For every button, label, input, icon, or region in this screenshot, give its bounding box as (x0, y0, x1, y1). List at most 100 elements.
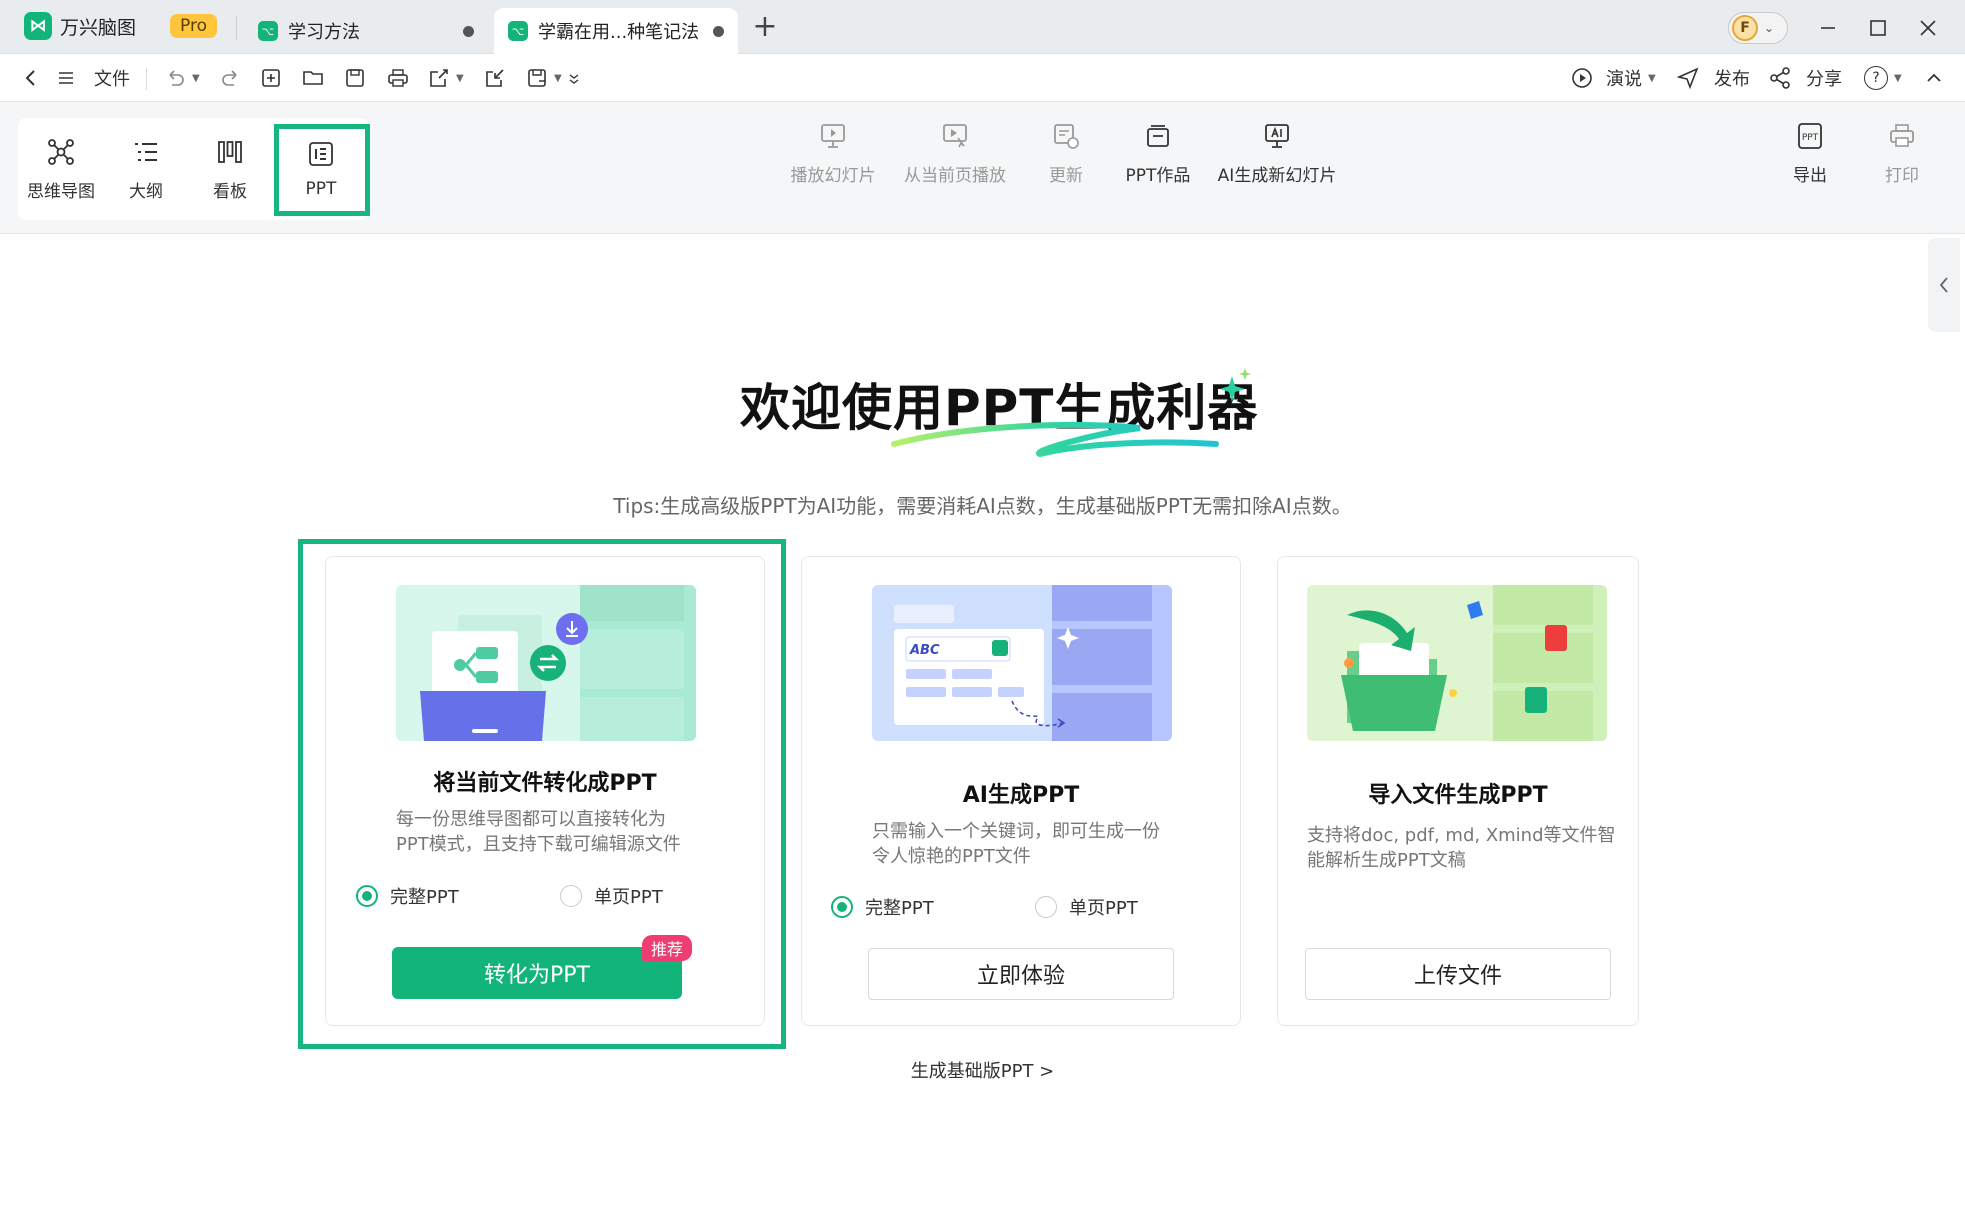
app-logo[interactable]: ⋈ 万兴脑图 (24, 12, 136, 40)
ai-illustration-graphic: ABC (894, 585, 1172, 741)
title-bar: ⋈ 万兴脑图 Pro ⌥ 学习方法 ⌥ 学霸在用...种笔记法 + F ⌄ (0, 0, 1965, 54)
tips-text: Tips:生成高级版PPT为AI功能，需要消耗AI点数，生成基础版PPT无需扣除… (613, 494, 1352, 518)
svg-text:PPT: PPT (1802, 133, 1819, 143)
ai-new-slides-button[interactable]: AI生成新幻灯片 (1212, 102, 1342, 204)
option-label: 完整PPT (865, 898, 934, 919)
pro-badge[interactable]: Pro (170, 14, 217, 38)
tab-note-methods[interactable]: ⌥ 学霸在用...种笔记法 (494, 8, 738, 54)
tab-divider (236, 16, 237, 40)
view-mindmap-button[interactable]: 思维导图 (18, 118, 104, 220)
try-now-button[interactable]: 立即体验 (868, 948, 1174, 1000)
save-button[interactable] (344, 54, 366, 102)
new-file-button[interactable] (260, 54, 282, 102)
caret-down-icon: ▼ (192, 72, 200, 84)
unsaved-dot-icon[interactable] (713, 25, 724, 37)
play-from-current-icon (943, 123, 967, 147)
import-illustration (1307, 585, 1607, 741)
card-description: 只需输入一个关键词，即可生成一份 令人惊艳的PPT文件 (872, 819, 1160, 869)
view-outline-button[interactable]: 大纲 (104, 118, 188, 220)
caret-down-icon: ▼ (456, 72, 464, 84)
present-label: 演说 (1606, 69, 1642, 90)
radio-selected[interactable] (831, 896, 853, 918)
refresh-slide-icon (1054, 123, 1079, 149)
print-button[interactable]: 打印 (1864, 102, 1940, 204)
help-icon: ? (1864, 66, 1888, 90)
undo-icon (169, 70, 184, 86)
maximize-button[interactable] (1858, 12, 1898, 44)
update-button[interactable]: 更新 (1030, 102, 1102, 204)
open-file-button[interactable] (302, 54, 326, 102)
share-label: 分享 (1806, 69, 1842, 90)
toolbar-divider (146, 68, 147, 90)
play-from-current-button[interactable]: 从当前页播放 (898, 102, 1012, 204)
ppt-view-highlight (274, 124, 370, 216)
side-panel-toggle[interactable] (1928, 238, 1960, 332)
printer-icon (1890, 123, 1914, 147)
ai-slide-icon (1265, 123, 1289, 148)
basic-ppt-link[interactable]: 生成基础版PPT > (0, 1057, 1965, 1083)
action-label: PPT作品 (1125, 165, 1191, 186)
collapse-ribbon-button[interactable] (1924, 54, 1944, 102)
app-logo-icon: ⋈ (24, 12, 52, 40)
print-label: 打印 (1885, 165, 1919, 186)
action-label: AI生成新幻灯片 (1217, 165, 1337, 186)
action-label: 更新 (1049, 165, 1083, 186)
avatar-initial: F (1732, 15, 1758, 41)
app-name: 万兴脑图 (60, 16, 137, 39)
new-tab-button[interactable]: + (748, 12, 782, 42)
card-ai-generate: ABC AI生成PPT 只需输入一个关键词，即可生成一份 令人惊艳的PPT文件 … (801, 556, 1241, 1026)
ppt-works-button[interactable]: PPT作品 (1118, 102, 1198, 204)
chevron-left-icon (1939, 277, 1948, 293)
card-desc-line: 能解析生成PPT文稿 (1307, 850, 1466, 871)
card-desc-line: 只需输入一个关键词，即可生成一份 (872, 821, 1160, 842)
present-button[interactable]: 演说 ▼ (1570, 54, 1656, 102)
unsaved-dot-icon[interactable] (463, 25, 474, 37)
publish-button[interactable]: 发布 (1676, 54, 1750, 102)
chevron-up-icon (1927, 73, 1941, 82)
chevron-left-icon (25, 70, 35, 86)
view-kanban-button[interactable]: 看板 (188, 118, 272, 220)
view-label: 看板 (213, 181, 247, 202)
file-menu[interactable]: 文件 (56, 54, 130, 102)
close-button[interactable] (1908, 12, 1948, 44)
action-label: 播放幻灯片 (790, 165, 876, 186)
more-tools-button[interactable] (566, 54, 582, 102)
save-as-button[interactable]: ▼ (526, 54, 562, 102)
export-icon (430, 69, 448, 87)
option-single-ppt[interactable]: 单页PPT (1035, 894, 1138, 920)
card-desc-line: 令人惊艳的PPT文件 (872, 846, 1031, 867)
ppt-works-icon (1147, 124, 1169, 147)
tab-label: 学霸在用...种笔记法 (538, 22, 700, 43)
user-avatar[interactable]: F ⌄ (1728, 12, 1788, 44)
share-button[interactable]: 分享 (1768, 54, 1842, 102)
export-button[interactable]: PPT 导出 (1772, 102, 1848, 204)
tab-study-methods[interactable]: ⌥ 学习方法 (244, 8, 488, 54)
tab-label: 学习方法 (288, 22, 360, 43)
caret-down-icon: ▼ (554, 72, 562, 84)
redo-icon (222, 70, 237, 86)
help-button[interactable]: ? ▼ (1864, 54, 1902, 102)
card-title: 导入文件生成PPT (1368, 783, 1548, 808)
folder-icon (303, 71, 323, 85)
upload-file-button[interactable]: 上传文件 (1305, 948, 1611, 1000)
menu-toolbar: 文件 ▼ ▼ ▼ 演说 ▼ 发布 分享 ? ▼ (0, 54, 1965, 102)
import-icon (486, 69, 504, 87)
card-title: AI生成PPT (962, 783, 1080, 808)
menu-icon (59, 72, 73, 84)
export-quick-button[interactable]: ▼ (428, 54, 464, 102)
radio-unselected[interactable] (1035, 896, 1057, 918)
caret-down-icon: ▼ (1894, 72, 1902, 84)
share-icon (1770, 67, 1790, 89)
export-label: 导出 (1793, 165, 1827, 186)
minimize-button[interactable] (1808, 12, 1848, 44)
chevron-double-down-icon (569, 74, 579, 84)
import-button[interactable] (484, 54, 506, 102)
mindmap-icon (48, 138, 74, 165)
option-full-ppt[interactable]: 完整PPT (831, 894, 934, 920)
play-slides-button[interactable]: 播放幻灯片 (786, 102, 880, 204)
view-label: 思维导图 (27, 181, 95, 202)
redo-button[interactable] (220, 54, 242, 102)
undo-button[interactable]: ▼ (164, 54, 200, 102)
print-quick-button[interactable] (386, 54, 410, 102)
back-button[interactable] (20, 54, 42, 102)
